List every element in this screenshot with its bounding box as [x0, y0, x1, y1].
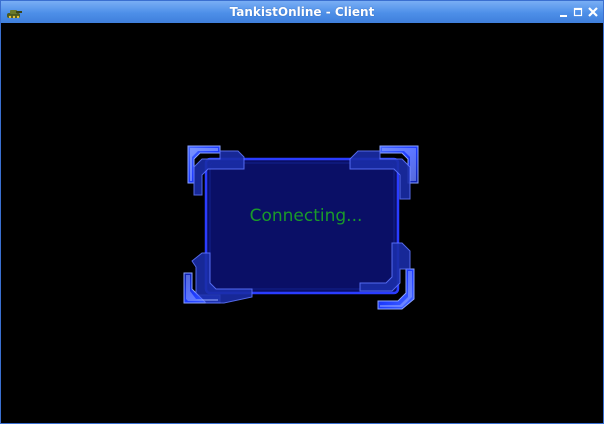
close-icon[interactable]	[586, 5, 600, 19]
title-bar[interactable]: TankistOnline - Client	[1, 1, 603, 23]
maximize-icon[interactable]	[571, 5, 585, 19]
app-window: TankistOnline - Client Connecting...	[0, 0, 604, 424]
game-viewport[interactable]: Connecting...	[2, 23, 602, 423]
window-title: TankistOnline - Client	[229, 5, 375, 19]
minimize-icon[interactable]	[557, 5, 571, 19]
connecting-status-text: Connecting...	[249, 206, 363, 226]
connecting-panel-frame	[183, 145, 419, 310]
